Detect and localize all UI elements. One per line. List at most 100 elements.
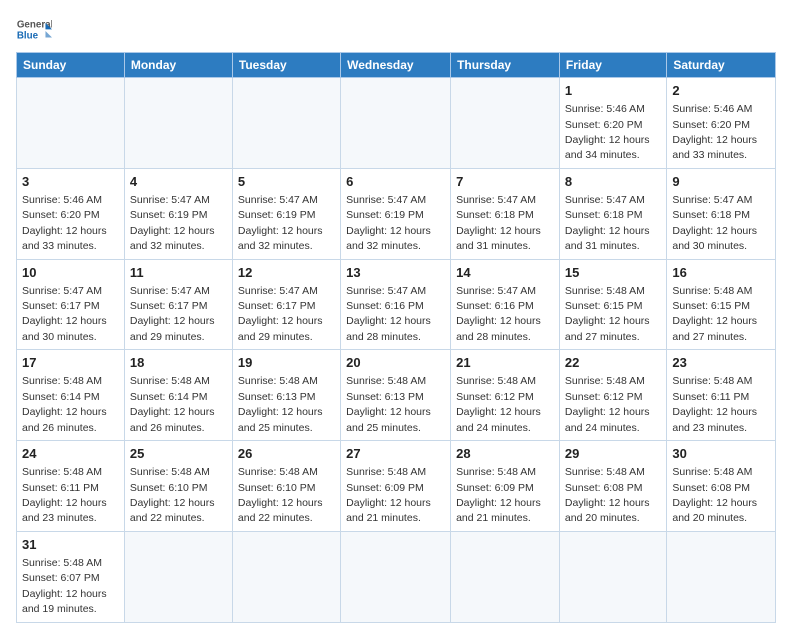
calendar-cell: 18 Sunrise: 5:48 AM Sunset: 6:14 PM Dayli… bbox=[124, 350, 232, 441]
day-info: Sunrise: 5:48 AM Sunset: 6:14 PM Dayligh… bbox=[22, 375, 107, 433]
calendar-cell: 8 Sunrise: 5:47 AM Sunset: 6:18 PM Daylig… bbox=[559, 168, 666, 259]
calendar-cell: 28 Sunrise: 5:48 AM Sunset: 6:09 PM Dayli… bbox=[451, 441, 560, 532]
day-number: 21 bbox=[456, 354, 554, 372]
day-info: Sunrise: 5:48 AM Sunset: 6:09 PM Dayligh… bbox=[346, 466, 431, 524]
calendar-cell bbox=[451, 531, 560, 622]
day-number: 13 bbox=[346, 264, 445, 282]
day-info: Sunrise: 5:47 AM Sunset: 6:16 PM Dayligh… bbox=[346, 285, 431, 343]
calendar-cell bbox=[341, 531, 451, 622]
day-info: Sunrise: 5:47 AM Sunset: 6:19 PM Dayligh… bbox=[346, 194, 431, 252]
calendar-week-4: 17 Sunrise: 5:48 AM Sunset: 6:14 PM Dayli… bbox=[17, 350, 776, 441]
calendar-cell: 19Sunrise: 5:48 AM Sunset: 6:13 PM Dayli… bbox=[232, 350, 340, 441]
day-number: 12 bbox=[238, 264, 335, 282]
calendar-cell: 10 Sunrise: 5:47 AM Sunset: 6:17 PM Dayli… bbox=[17, 259, 125, 350]
col-header-friday: Friday bbox=[559, 53, 666, 78]
day-number: 22 bbox=[565, 354, 661, 372]
calendar-cell: 1Sunrise: 5:46 AM Sunset: 6:20 PM Daylig… bbox=[559, 78, 666, 169]
day-info: Sunrise: 5:48 AM Sunset: 6:13 PM Dayligh… bbox=[346, 375, 431, 433]
day-number: 3 bbox=[22, 173, 119, 191]
day-number: 6 bbox=[346, 173, 445, 191]
col-header-sunday: Sunday bbox=[17, 53, 125, 78]
day-info: Sunrise: 5:48 AM Sunset: 6:15 PM Dayligh… bbox=[672, 285, 757, 343]
calendar-cell bbox=[124, 78, 232, 169]
calendar-cell: 21 Sunrise: 5:48 AM Sunset: 6:12 PM Dayli… bbox=[451, 350, 560, 441]
col-header-thursday: Thursday bbox=[451, 53, 560, 78]
calendar-header-row: SundayMondayTuesdayWednesdayThursdayFrid… bbox=[17, 53, 776, 78]
calendar-cell: 26 Sunrise: 5:48 AM Sunset: 6:10 PM Dayli… bbox=[232, 441, 340, 532]
calendar-week-5: 24Sunrise: 5:48 AM Sunset: 6:11 PM Dayli… bbox=[17, 441, 776, 532]
day-info: Sunrise: 5:46 AM Sunset: 6:20 PM Dayligh… bbox=[565, 103, 650, 161]
calendar-cell: 14 Sunrise: 5:47 AM Sunset: 6:16 PM Dayli… bbox=[451, 259, 560, 350]
day-info: Sunrise: 5:48 AM Sunset: 6:07 PM Dayligh… bbox=[22, 557, 107, 615]
day-number: 8 bbox=[565, 173, 661, 191]
calendar-cell: 20Sunrise: 5:48 AM Sunset: 6:13 PM Dayli… bbox=[341, 350, 451, 441]
calendar-week-6: 31 Sunrise: 5:48 AM Sunset: 6:07 PM Dayli… bbox=[17, 531, 776, 622]
calendar-cell: 5Sunrise: 5:47 AM Sunset: 6:19 PM Daylig… bbox=[232, 168, 340, 259]
day-number: 25 bbox=[130, 445, 227, 463]
day-number: 27 bbox=[346, 445, 445, 463]
day-info: Sunrise: 5:47 AM Sunset: 6:19 PM Dayligh… bbox=[130, 194, 215, 252]
calendar-table: SundayMondayTuesdayWednesdayThursdayFrid… bbox=[16, 52, 776, 623]
col-header-monday: Monday bbox=[124, 53, 232, 78]
day-info: Sunrise: 5:47 AM Sunset: 6:17 PM Dayligh… bbox=[22, 285, 107, 343]
day-info: Sunrise: 5:47 AM Sunset: 6:17 PM Dayligh… bbox=[130, 285, 215, 343]
generalblue-logo-icon: General Blue bbox=[16, 16, 52, 46]
calendar-cell: 13 Sunrise: 5:47 AM Sunset: 6:16 PM Dayli… bbox=[341, 259, 451, 350]
day-info: Sunrise: 5:48 AM Sunset: 6:10 PM Dayligh… bbox=[238, 466, 323, 524]
day-number: 16 bbox=[672, 264, 770, 282]
svg-text:Blue: Blue bbox=[17, 30, 39, 41]
day-number: 17 bbox=[22, 354, 119, 372]
day-number: 10 bbox=[22, 264, 119, 282]
calendar-cell: 15 Sunrise: 5:48 AM Sunset: 6:15 PM Dayli… bbox=[559, 259, 666, 350]
calendar-cell bbox=[232, 78, 340, 169]
col-header-tuesday: Tuesday bbox=[232, 53, 340, 78]
day-number: 24 bbox=[22, 445, 119, 463]
calendar-cell: 2Sunrise: 5:46 AM Sunset: 6:20 PM Daylig… bbox=[667, 78, 776, 169]
day-number: 29 bbox=[565, 445, 661, 463]
day-info: Sunrise: 5:48 AM Sunset: 6:12 PM Dayligh… bbox=[456, 375, 541, 433]
day-info: Sunrise: 5:46 AM Sunset: 6:20 PM Dayligh… bbox=[672, 103, 757, 161]
calendar-cell: 25 Sunrise: 5:48 AM Sunset: 6:10 PM Dayli… bbox=[124, 441, 232, 532]
calendar-cell bbox=[667, 531, 776, 622]
calendar-cell bbox=[232, 531, 340, 622]
calendar-cell: 4Sunrise: 5:47 AM Sunset: 6:19 PM Daylig… bbox=[124, 168, 232, 259]
calendar-cell bbox=[451, 78, 560, 169]
calendar-cell: 24Sunrise: 5:48 AM Sunset: 6:11 PM Dayli… bbox=[17, 441, 125, 532]
day-number: 15 bbox=[565, 264, 661, 282]
day-info: Sunrise: 5:47 AM Sunset: 6:16 PM Dayligh… bbox=[456, 285, 541, 343]
calendar-cell: 7Sunrise: 5:47 AM Sunset: 6:18 PM Daylig… bbox=[451, 168, 560, 259]
calendar-cell: 27 Sunrise: 5:48 AM Sunset: 6:09 PM Dayli… bbox=[341, 441, 451, 532]
calendar-cell: 22Sunrise: 5:48 AM Sunset: 6:12 PM Dayli… bbox=[559, 350, 666, 441]
day-number: 26 bbox=[238, 445, 335, 463]
day-info: Sunrise: 5:48 AM Sunset: 6:13 PM Dayligh… bbox=[238, 375, 323, 433]
day-number: 28 bbox=[456, 445, 554, 463]
calendar-cell: 17 Sunrise: 5:48 AM Sunset: 6:14 PM Dayli… bbox=[17, 350, 125, 441]
day-number: 14 bbox=[456, 264, 554, 282]
col-header-wednesday: Wednesday bbox=[341, 53, 451, 78]
day-number: 11 bbox=[130, 264, 227, 282]
day-info: Sunrise: 5:48 AM Sunset: 6:14 PM Dayligh… bbox=[130, 375, 215, 433]
calendar-cell bbox=[124, 531, 232, 622]
day-info: Sunrise: 5:46 AM Sunset: 6:20 PM Dayligh… bbox=[22, 194, 107, 252]
day-info: Sunrise: 5:48 AM Sunset: 6:09 PM Dayligh… bbox=[456, 466, 541, 524]
day-info: Sunrise: 5:47 AM Sunset: 6:17 PM Dayligh… bbox=[238, 285, 323, 343]
day-info: Sunrise: 5:48 AM Sunset: 6:15 PM Dayligh… bbox=[565, 285, 650, 343]
logo: General Blue bbox=[16, 16, 52, 46]
day-info: Sunrise: 5:47 AM Sunset: 6:19 PM Dayligh… bbox=[238, 194, 323, 252]
calendar-cell: 30Sunrise: 5:48 AM Sunset: 6:08 PM Dayli… bbox=[667, 441, 776, 532]
day-info: Sunrise: 5:48 AM Sunset: 6:11 PM Dayligh… bbox=[672, 375, 757, 433]
day-info: Sunrise: 5:48 AM Sunset: 6:10 PM Dayligh… bbox=[130, 466, 215, 524]
calendar-cell bbox=[17, 78, 125, 169]
day-number: 9 bbox=[672, 173, 770, 191]
calendar-cell: 6 Sunrise: 5:47 AM Sunset: 6:19 PM Daylig… bbox=[341, 168, 451, 259]
calendar-week-2: 3 Sunrise: 5:46 AM Sunset: 6:20 PM Daylig… bbox=[17, 168, 776, 259]
day-info: Sunrise: 5:47 AM Sunset: 6:18 PM Dayligh… bbox=[565, 194, 650, 252]
calendar-cell: 23Sunrise: 5:48 AM Sunset: 6:11 PM Dayli… bbox=[667, 350, 776, 441]
day-number: 18 bbox=[130, 354, 227, 372]
calendar-cell: 11 Sunrise: 5:47 AM Sunset: 6:17 PM Dayli… bbox=[124, 259, 232, 350]
day-info: Sunrise: 5:48 AM Sunset: 6:08 PM Dayligh… bbox=[672, 466, 757, 524]
day-info: Sunrise: 5:47 AM Sunset: 6:18 PM Dayligh… bbox=[672, 194, 757, 252]
col-header-saturday: Saturday bbox=[667, 53, 776, 78]
calendar-cell: 16 Sunrise: 5:48 AM Sunset: 6:15 PM Dayli… bbox=[667, 259, 776, 350]
day-number: 31 bbox=[22, 536, 119, 554]
